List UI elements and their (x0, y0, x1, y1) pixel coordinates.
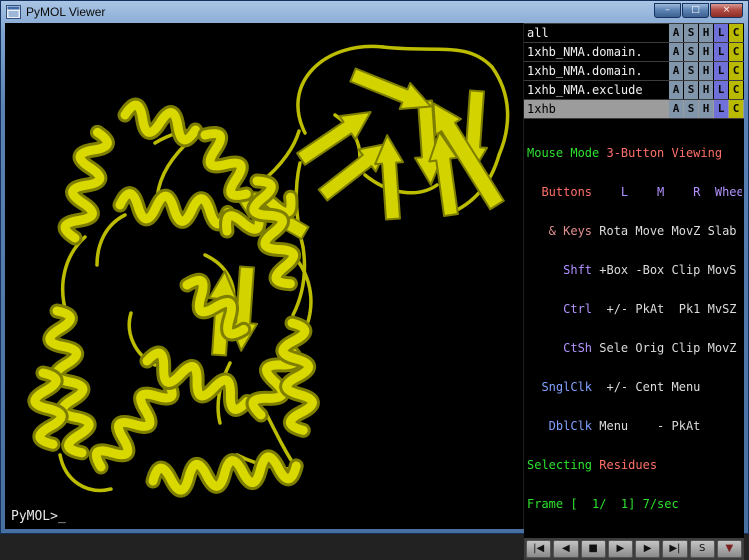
end-button[interactable]: ▶| (662, 540, 687, 558)
object-row-all: all A S H L C (524, 24, 744, 42)
protein-structure (5, 23, 523, 529)
mouse-matrix-row-ctrl: Ctrl +/- PkAt Pk1 MvSZ (527, 303, 742, 316)
hide-button[interactable]: H (699, 100, 713, 118)
hide-button[interactable]: H (699, 43, 713, 61)
rewind-button[interactable]: |◀ (526, 540, 551, 558)
hide-button[interactable]: H (699, 81, 713, 99)
window-title: PyMOL Viewer (26, 5, 649, 19)
object-name[interactable]: 1xhb_NMA.exclude (524, 81, 668, 99)
show-button[interactable]: S (684, 100, 698, 118)
minimize-button[interactable]: – (654, 3, 681, 18)
app-icon (6, 5, 21, 19)
mouse-matrix-row-ctsh: CtSh Sele Orig Clip MovZ (527, 342, 742, 355)
object-name[interactable]: all (524, 24, 668, 42)
label-button[interactable]: L (714, 62, 728, 80)
mouse-matrix-row-snglclk: SnglClk +/- Cent Menu (527, 381, 742, 394)
control-panel: all A S H L C 1xhb_NMA.domain. A S H L C… (523, 23, 744, 529)
show-button[interactable]: S (684, 24, 698, 42)
object-row-domain-2: 1xhb_NMA.domain. A S H L C (524, 62, 744, 80)
label-button[interactable]: L (714, 100, 728, 118)
step-back-button[interactable]: ◀ (553, 540, 578, 558)
mouse-matrix-row-shift: Shft +Box -Box Clip MovS (527, 264, 742, 277)
step-forward-button[interactable]: ▶ (635, 540, 660, 558)
media-bar: |◀ ◀ ■ ▶ ▶ ▶| S ▼ (524, 538, 744, 560)
color-button[interactable]: C (729, 24, 743, 42)
color-button[interactable]: C (729, 81, 743, 99)
object-list: all A S H L C 1xhb_NMA.domain. A S H L C… (524, 23, 744, 119)
maximize-button[interactable]: □ (682, 3, 709, 18)
selecting-indicator[interactable]: Selecting Residues (527, 459, 742, 472)
action-button[interactable]: A (669, 100, 683, 118)
frame-indicator: Frame [ 1/ 1] 7/sec (527, 498, 742, 511)
mouse-mode-header[interactable]: Mouse Mode 3-Button Viewing (527, 147, 742, 160)
hide-button[interactable]: H (699, 62, 713, 80)
fullscreen-button[interactable]: ▼ (717, 540, 742, 558)
mouse-matrix-header: Buttons L M R Wheel (527, 186, 742, 199)
action-button[interactable]: A (669, 81, 683, 99)
play-button[interactable]: ▶ (608, 540, 633, 558)
object-row-exclude: 1xhb_NMA.exclude A S H L C (524, 81, 744, 99)
object-name[interactable]: 1xhb (524, 100, 668, 118)
show-button[interactable]: S (684, 62, 698, 80)
pymol-window: PyMOL Viewer – □ × (0, 0, 749, 534)
label-button[interactable]: L (714, 24, 728, 42)
object-name[interactable]: 1xhb_NMA.domain. (524, 62, 668, 80)
command-prompt[interactable]: PyMOL>_ (11, 509, 66, 524)
show-button[interactable]: S (684, 81, 698, 99)
window-content: PyMOL>_ all A S H L C 1xhb_NMA.domain. A… (5, 23, 744, 529)
label-button[interactable]: L (714, 43, 728, 61)
color-button[interactable]: C (729, 62, 743, 80)
object-row-1xhb: 1xhb A S H L C (524, 100, 744, 118)
hide-button[interactable]: H (699, 24, 713, 42)
scene-button[interactable]: S (690, 540, 715, 558)
action-button[interactable]: A (669, 43, 683, 61)
object-name[interactable]: 1xhb_NMA.domain. (524, 43, 668, 61)
close-button[interactable]: × (710, 3, 743, 18)
mouse-matrix-row-dblclk: DblClk Menu - PkAt (527, 420, 742, 433)
viewport-canvas[interactable]: PyMOL>_ (5, 23, 523, 529)
color-button[interactable]: C (729, 100, 743, 118)
titlebar[interactable]: PyMOL Viewer – □ × (1, 1, 748, 23)
mouse-status-panel: Mouse Mode 3-Button Viewing Buttons L M … (524, 119, 744, 538)
mouse-matrix-row-keys: & Keys Rota Move MovZ Slab (527, 225, 742, 238)
label-button[interactable]: L (714, 81, 728, 99)
stop-button[interactable]: ■ (581, 540, 606, 558)
action-button[interactable]: A (669, 24, 683, 42)
action-button[interactable]: A (669, 62, 683, 80)
show-button[interactable]: S (684, 43, 698, 61)
color-button[interactable]: C (729, 43, 743, 61)
object-row-domain-1: 1xhb_NMA.domain. A S H L C (524, 43, 744, 61)
window-controls: – □ × (654, 3, 743, 18)
protein-helices (31, 103, 315, 493)
